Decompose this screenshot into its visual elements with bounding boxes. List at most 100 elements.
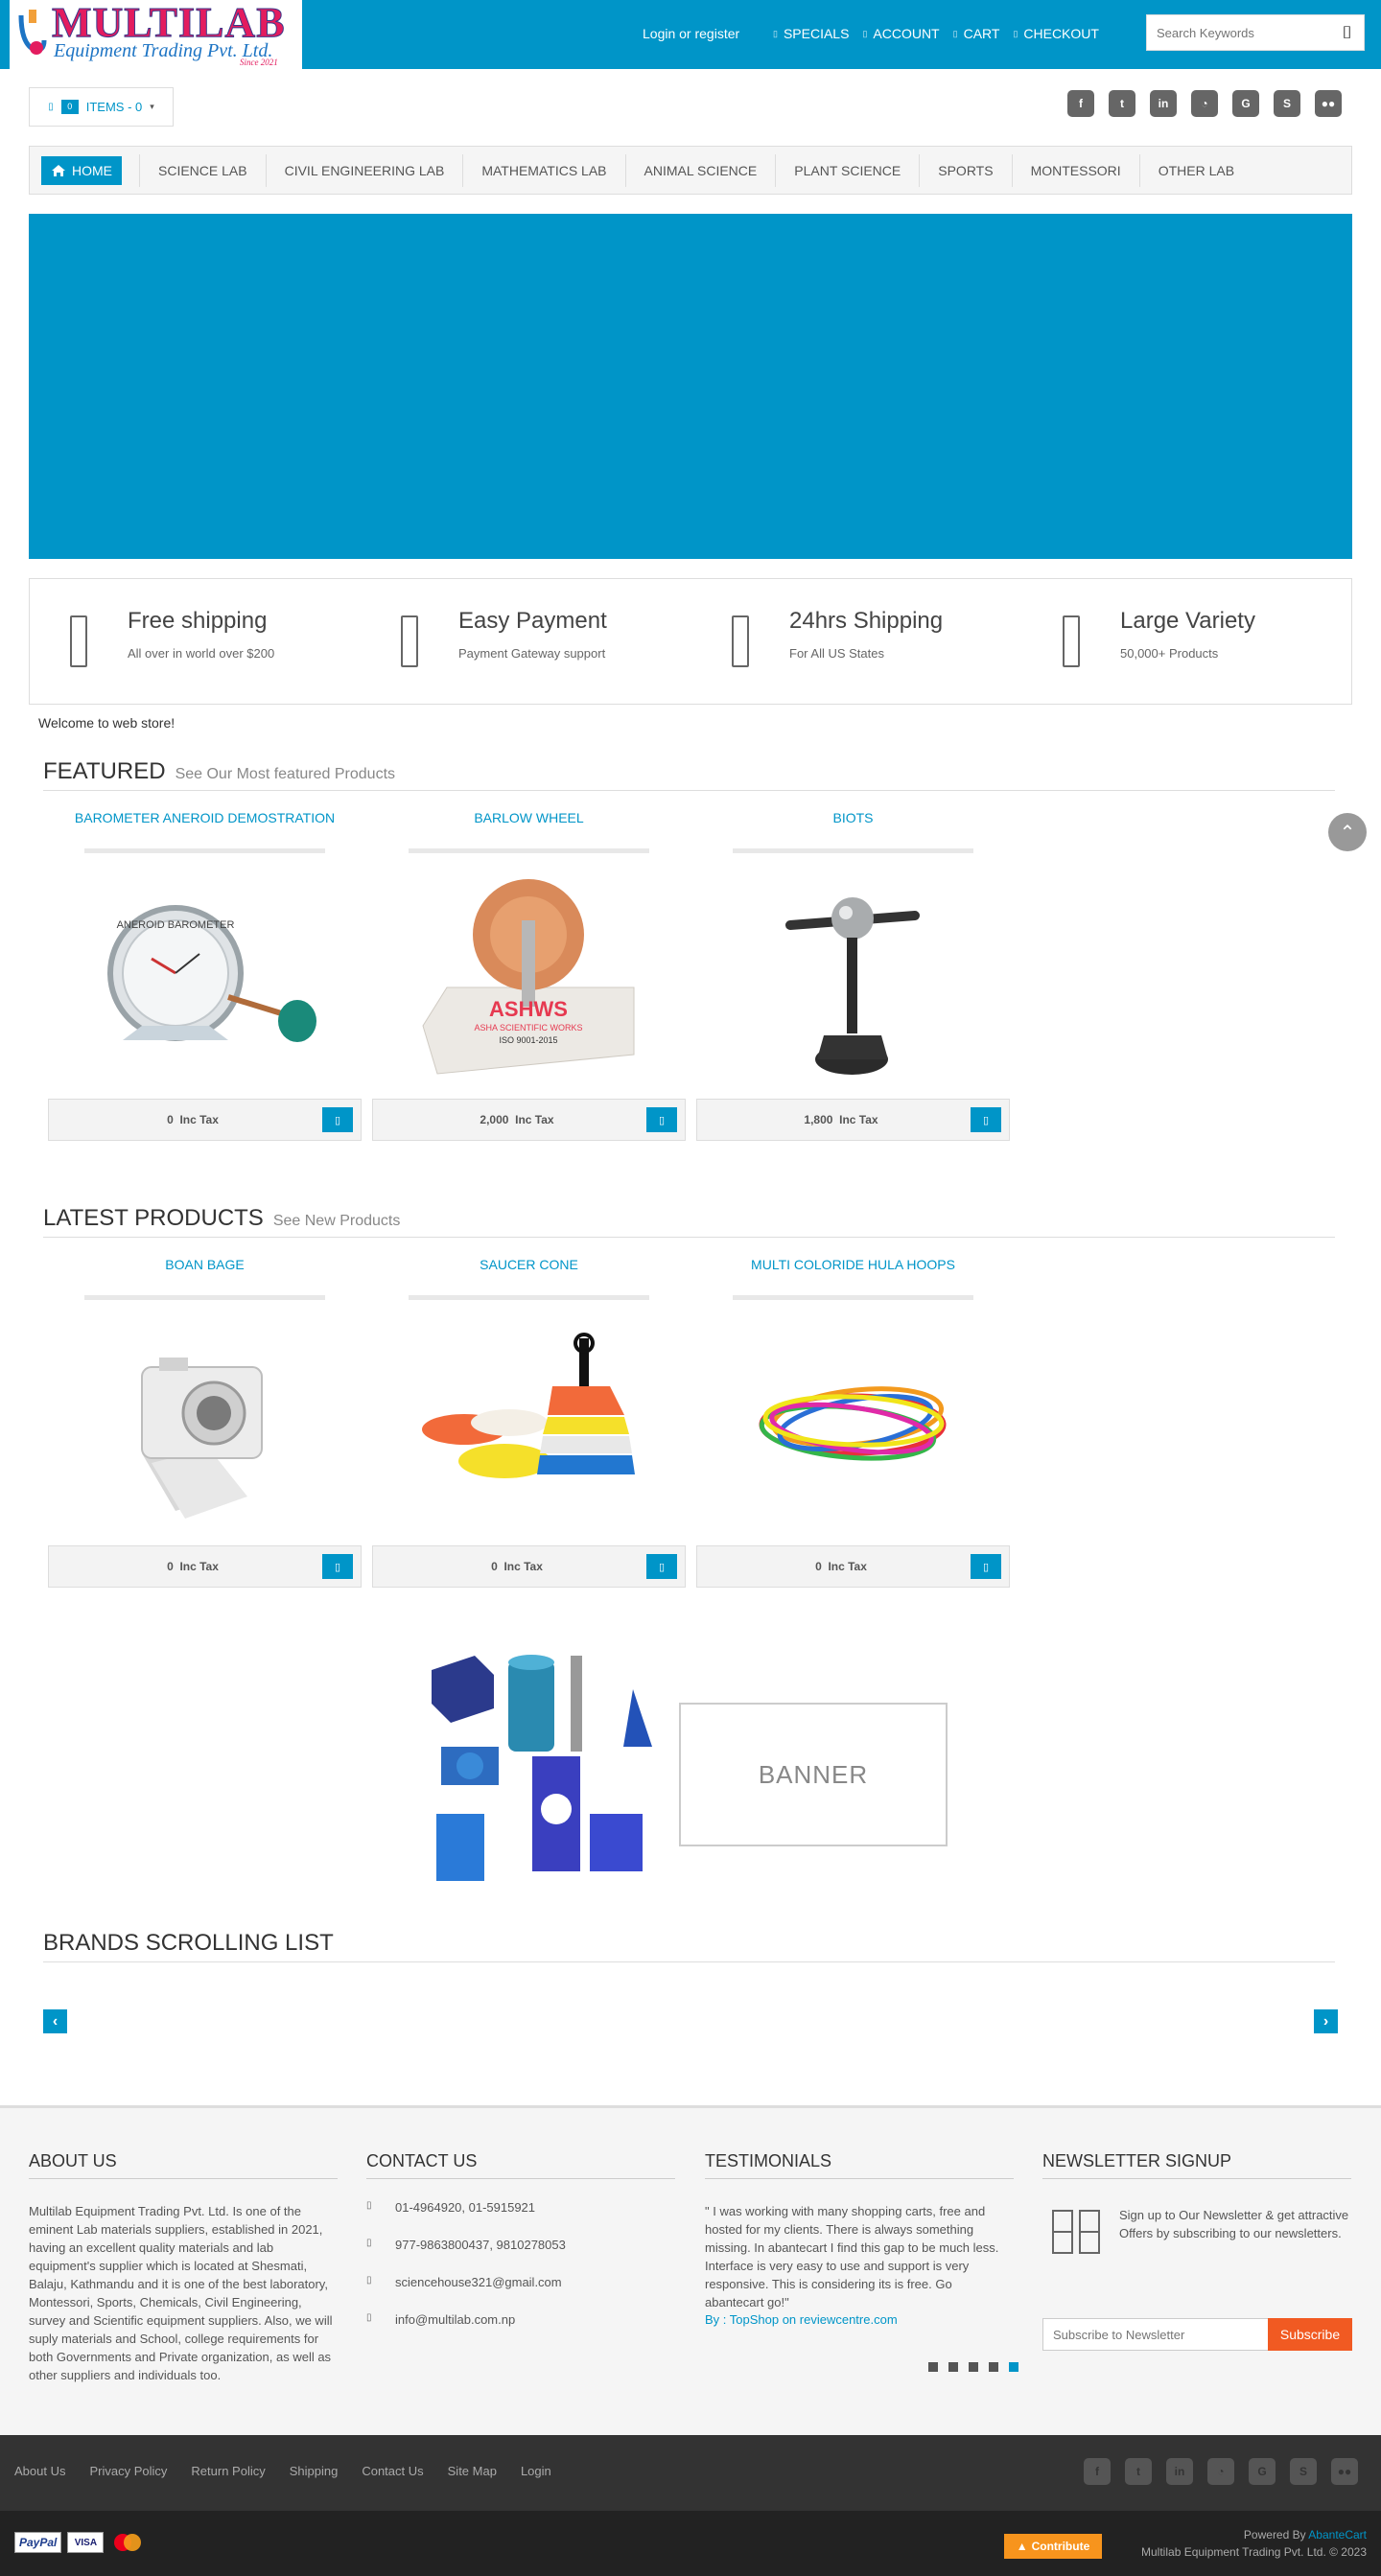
footer-social-links: f t in ◔ G S ●● xyxy=(1084,2458,1358,2485)
product-image[interactable] xyxy=(733,1310,973,1540)
nav-cart[interactable]: ▯ CART xyxy=(953,26,1000,41)
thumbs-up-icon: ▲ xyxy=(1016,2540,1028,2553)
add-to-cart-button[interactable]: ▯ xyxy=(322,1107,353,1132)
login-link[interactable]: Login or register xyxy=(643,26,739,41)
nav-account[interactable]: ▯ ACCOUNT xyxy=(862,26,939,41)
twitter-icon[interactable]: t xyxy=(1125,2458,1152,2485)
logo-flask-icon xyxy=(18,10,47,55)
feature-easy-payment: Easy Payment Payment Gateway support xyxy=(361,579,691,704)
product-price-bar: 0 Inc Tax ▯ xyxy=(48,1545,362,1588)
pager-dot[interactable] xyxy=(928,2362,938,2372)
cart-icon: ▯ xyxy=(952,28,958,38)
price-value: 1,800 xyxy=(804,1113,833,1126)
price-tax: Inc Tax xyxy=(179,1113,219,1126)
home-button[interactable]: HOME xyxy=(41,155,122,185)
banner-placeholder[interactable]: BANNER xyxy=(679,1703,948,1846)
add-to-cart-button[interactable]: ▯ xyxy=(322,1554,353,1579)
facebook-icon[interactable]: f xyxy=(1067,90,1094,117)
nav-specials[interactable]: ▯ SPECIALS xyxy=(773,26,849,41)
product-name[interactable]: MULTI COLORIDE HULA HOOPS xyxy=(696,1257,1010,1272)
brands-next-button[interactable]: › xyxy=(1314,2009,1338,2033)
footer-link-contact-us[interactable]: Contact Us xyxy=(362,2464,423,2478)
google-icon[interactable]: G xyxy=(1232,90,1259,117)
contribute-button[interactable]: ▲ Contribute xyxy=(1004,2534,1102,2559)
skype-icon[interactable]: S xyxy=(1290,2458,1317,2485)
flickr-icon[interactable]: ●● xyxy=(1331,2458,1358,2485)
filter-icon[interactable]: ⌷ xyxy=(1342,23,1352,43)
add-to-cart-button[interactable]: ▯ xyxy=(971,1554,1001,1579)
pager-dot[interactable] xyxy=(989,2362,998,2372)
barometer-dial-text: ANEROID BAROMETER xyxy=(117,919,235,931)
pager-dot[interactable] xyxy=(948,2362,958,2372)
product-name[interactable]: BOAN BAGE xyxy=(48,1257,362,1272)
add-to-cart-button[interactable]: ▯ xyxy=(646,1107,677,1132)
category-plant-science[interactable]: PLANT SCIENCE xyxy=(775,153,919,187)
chevron-left-icon: ‹ xyxy=(52,2012,59,2030)
abantecart-link[interactable]: AbanteCart xyxy=(1308,2528,1367,2541)
product-name[interactable]: BARLOW WHEEL xyxy=(372,810,686,825)
rss-icon[interactable]: ◔ xyxy=(1191,90,1218,117)
add-to-cart-button[interactable]: ▯ xyxy=(646,1554,677,1579)
product-price: 0 Inc Tax xyxy=(49,1560,337,1573)
pager-dot-active[interactable] xyxy=(1009,2362,1018,2372)
product-name[interactable]: SAUCER CONE xyxy=(372,1257,686,1272)
product-image[interactable]: ANEROID BAROMETER xyxy=(84,863,325,1093)
google-icon[interactable]: G xyxy=(1249,2458,1276,2485)
facebook-icon[interactable]: f xyxy=(1084,2458,1111,2485)
search-input[interactable] xyxy=(1147,15,1320,50)
scroll-to-top-button[interactable]: ⌃ xyxy=(1328,813,1367,851)
rss-icon[interactable]: ◔ xyxy=(1207,2458,1234,2485)
footer: ABOUT US Multilab Equipment Trading Pvt.… xyxy=(0,2105,1381,2435)
product-image[interactable] xyxy=(409,1310,649,1540)
twitter-icon[interactable]: t xyxy=(1109,90,1135,117)
footer-link-site-map[interactable]: Site Map xyxy=(448,2464,497,2478)
footer-link-login[interactable]: Login xyxy=(521,2464,551,2478)
footer-link-return-policy[interactable]: Return Policy xyxy=(191,2464,265,2478)
category-montessori[interactable]: MONTESSORI xyxy=(1011,153,1139,187)
linkedin-icon[interactable]: in xyxy=(1166,2458,1193,2485)
footer-link-privacy-policy[interactable]: Privacy Policy xyxy=(89,2464,167,2478)
nav-checkout[interactable]: ▯ CHECKOUT xyxy=(1013,26,1099,41)
mobile-icon: ▯ xyxy=(366,2238,372,2248)
footer-heading: TESTIMONIALS xyxy=(705,2151,1014,2179)
product-price-bar: 2,000 Inc Tax ▯ xyxy=(372,1099,686,1141)
truck-icon xyxy=(70,615,87,667)
section-title: LATEST PRODUCTS xyxy=(43,1205,264,1231)
category-mathematics-lab[interactable]: MATHEMATICS LAB xyxy=(462,153,624,187)
footer-link-shipping[interactable]: Shipping xyxy=(290,2464,339,2478)
category-animal-science[interactable]: ANIMAL SCIENCE xyxy=(624,153,776,187)
category-civil-engineering-lab[interactable]: CIVIL ENGINEERING LAB xyxy=(265,153,463,187)
product-image[interactable] xyxy=(84,1310,325,1540)
category-sports[interactable]: SPORTS xyxy=(919,153,1011,187)
subscribe-button[interactable]: Subscribe xyxy=(1268,2318,1352,2351)
add-to-cart-button[interactable]: ▯ xyxy=(971,1107,1001,1132)
footer-about: ABOUT US Multilab Equipment Trading Pvt.… xyxy=(29,2151,338,2384)
skype-icon[interactable]: S xyxy=(1274,90,1300,117)
product-name[interactable]: BAROMETER ANEROID DEMOSTRATION xyxy=(48,810,362,825)
copyright-text: Multilab Equipment Trading Pvt. Ltd. © 2… xyxy=(1141,2545,1367,2559)
product-name[interactable]: BIOTS xyxy=(696,810,1010,825)
pager-dot[interactable] xyxy=(969,2362,978,2372)
brands-prev-button[interactable]: ‹ xyxy=(43,2009,67,2033)
nav-cart-label: CART xyxy=(963,26,1000,41)
featured-heading: FEATURED See Our Most featured Products xyxy=(43,758,1335,791)
footer-link-about-us[interactable]: About Us xyxy=(14,2464,65,2478)
testimonial-author[interactable]: By : TopShop on reviewcentre.com xyxy=(705,2312,898,2327)
site-logo[interactable]: MULTILAB Equipment Trading Pvt. Ltd. Sin… xyxy=(10,0,302,69)
cart-dropdown[interactable]: ▯ 0 ITEMS - 0 ▾ xyxy=(29,87,174,127)
section-subtitle: See Our Most featured Products xyxy=(175,766,396,782)
product-image[interactable]: ASHWS ASHA SCIENTIFIC WORKS ISO 9001-201… xyxy=(409,863,649,1093)
cart-icon: ▯ xyxy=(982,1114,990,1126)
linkedin-icon[interactable]: in xyxy=(1150,90,1177,117)
newsletter-email-input[interactable] xyxy=(1042,2318,1269,2351)
banner-slider[interactable] xyxy=(29,214,1352,559)
footer-heading: NEWSLETTER SIGNUP xyxy=(1042,2151,1351,2179)
feature-subtitle: All over in world over $200 xyxy=(128,646,275,661)
lab-equipment-banner[interactable] xyxy=(427,1651,657,1891)
flickr-icon[interactable]: ●● xyxy=(1315,90,1342,117)
product-image[interactable] xyxy=(733,863,973,1093)
category-science-lab[interactable]: SCIENCE LAB xyxy=(139,153,266,187)
category-other-lab[interactable]: OTHER LAB xyxy=(1138,153,1252,187)
email-icon: ▯ xyxy=(366,2312,372,2323)
product-price: 0 Inc Tax xyxy=(697,1560,985,1573)
